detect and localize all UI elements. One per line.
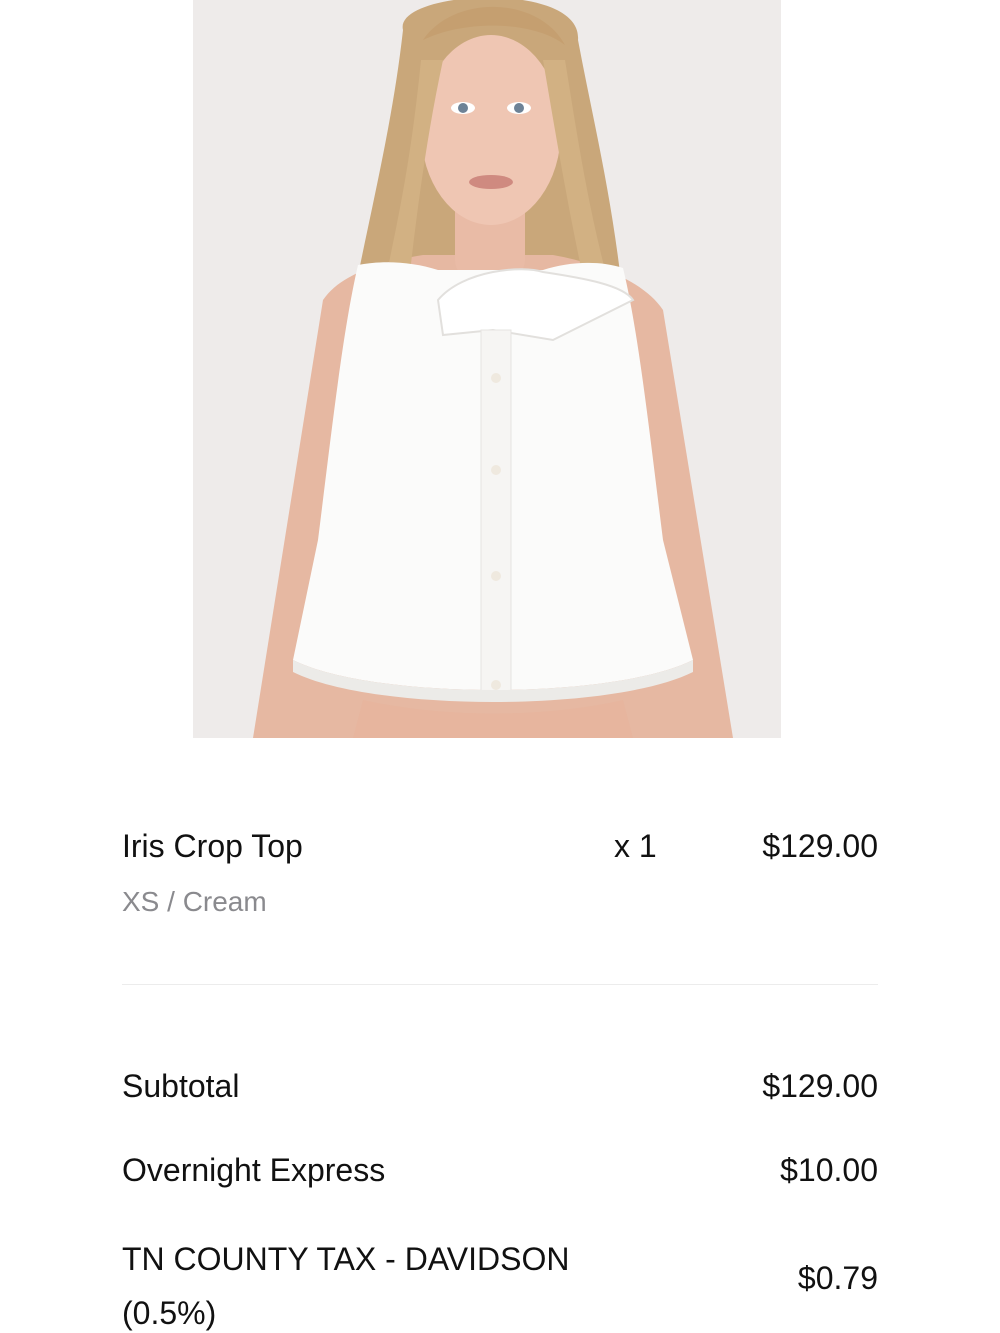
tax-label: TN COUNTY TAX - DAVIDSON (0.5%) [122,1241,570,1331]
item-variant: XS / Cream [122,886,267,917]
subtotal-value: $129.00 [762,1068,878,1104]
divider [122,984,878,985]
tax-row: TN COUNTY TAX - DAVIDSON (0.5%) $0.79 [122,1232,878,1332]
order-summary-page: Iris Crop Top XS / Cream x 1 $129.00 Sub… [0,0,1000,1333]
product-image [193,0,781,738]
subtotal-row: Subtotal $129.00 [122,1066,878,1106]
item-name: Iris Crop Top [122,828,303,864]
item-quantity: x 1 [614,828,657,864]
tax-value: $0.79 [797,1260,878,1296]
product-photo-illustration [193,0,781,738]
item-price: $129.00 [762,828,878,864]
shipping-label: Overnight Express [122,1152,386,1188]
shipping-row: Overnight Express $10.00 [122,1150,878,1190]
subtotal-label: Subtotal [122,1068,240,1104]
shipping-value: $10.00 [780,1152,878,1188]
